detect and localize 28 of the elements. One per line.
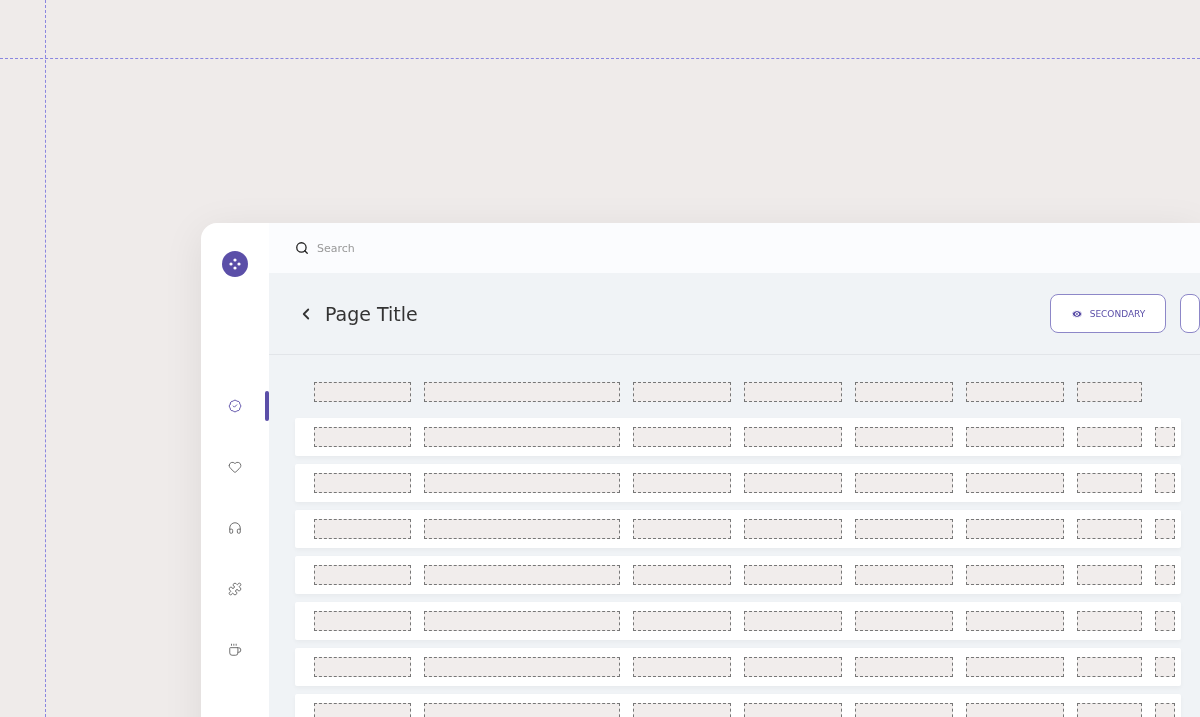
coffee-icon <box>228 643 242 657</box>
placeholder-cell <box>1155 657 1175 677</box>
placeholder-cell <box>1155 519 1175 539</box>
placeholder-cell <box>1077 382 1142 402</box>
placeholder-cell <box>1155 565 1175 585</box>
placeholder-cell <box>1077 519 1142 539</box>
badge-check-icon <box>228 399 242 413</box>
placeholder-cell <box>1077 611 1142 631</box>
page-title: Page Title <box>325 302 419 325</box>
active-indicator <box>265 391 269 421</box>
placeholder-cell <box>1077 473 1142 493</box>
placeholder-cell <box>1077 427 1142 447</box>
eye-icon <box>1070 307 1083 320</box>
search-icon <box>295 241 309 255</box>
secondary-button[interactable]: SECONDARY <box>1050 294 1166 333</box>
headphones-icon <box>228 521 242 535</box>
action-button[interactable] <box>1180 294 1200 333</box>
placeholder-cell <box>1155 427 1175 447</box>
placeholder-cell <box>1155 473 1175 493</box>
placeholder-cell <box>1155 611 1175 631</box>
search-field[interactable]: Search <box>315 240 519 256</box>
logo-icon <box>222 251 248 277</box>
placeholder-cell <box>1077 657 1142 677</box>
placeholder-cell <box>1077 703 1142 717</box>
placeholder-cell <box>1077 565 1142 585</box>
heart-icon <box>228 460 242 474</box>
placeholder-cell <box>1155 703 1175 717</box>
puzzle-icon <box>228 582 242 596</box>
